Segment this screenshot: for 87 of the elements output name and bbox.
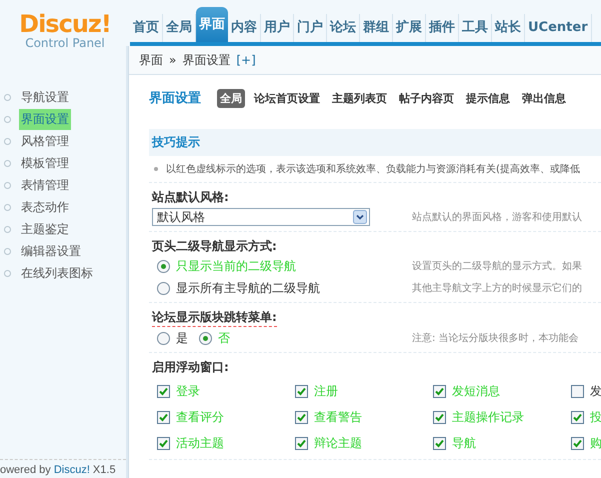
checkbox[interactable]: [157, 436, 170, 450]
option-label: 辩论主题: [314, 434, 362, 452]
radio-button[interactable]: [199, 332, 212, 344]
option-label: 导航: [452, 434, 476, 452]
page-title: 界面设置: [149, 90, 201, 107]
add-link[interactable]: [+]: [236, 53, 256, 67]
option-label: 活动主题: [176, 434, 224, 452]
option-label: 购: [590, 434, 601, 452]
nav-tab[interactable]: 群组: [360, 14, 393, 42]
bullet-icon: [4, 94, 11, 100]
bullet-icon: [4, 248, 11, 254]
option-label: 发短消息: [452, 382, 500, 400]
nav-tab[interactable]: 工具: [459, 14, 492, 42]
checkbox[interactable]: [295, 410, 308, 424]
option-label: 查看警告: [314, 408, 362, 426]
tab[interactable]: 论坛首页设置: [251, 88, 323, 108]
tips-title: 技巧提示: [152, 134, 200, 151]
help-text: 设置页头的二级导航的显示方式。如果: [411, 260, 582, 273]
bullet-icon: [4, 270, 11, 276]
option-label: 查看评分: [176, 408, 224, 426]
sidebar-item[interactable]: 模板管理: [19, 152, 71, 174]
option-label: 主题操作记录: [452, 408, 524, 426]
checkbox[interactable]: [571, 436, 584, 450]
footer-text: owered by Discuz! X1.5: [0, 459, 126, 478]
setting-label: 启用浮动窗口:: [152, 359, 229, 376]
tab[interactable]: 主题列表页: [329, 88, 390, 108]
sidebar-item[interactable]: 在线列表图标: [19, 262, 95, 284]
bullet-icon: [4, 116, 11, 122]
checkbox[interactable]: [433, 384, 446, 398]
nav-tab[interactable]: 用户: [261, 14, 294, 42]
option-label: 否: [218, 330, 230, 346]
sidebar-item[interactable]: 导航设置: [19, 86, 71, 108]
setting-label: 论坛显示版块跳转菜单:: [152, 308, 277, 327]
breadcrumb-link[interactable]: 界面: [139, 52, 163, 68]
nav-tab[interactable]: 站长: [492, 14, 525, 42]
sidebar-item[interactable]: 界面设置: [19, 108, 71, 130]
tab[interactable]: 提示信息: [463, 88, 513, 108]
sidebar-item[interactable]: 表情管理: [19, 174, 71, 196]
checkbox[interactable]: [157, 410, 170, 424]
sidebar-item[interactable]: 表态动作: [19, 196, 71, 218]
option-label: 显示所有主导航的二级导航: [176, 280, 320, 296]
nav-tab[interactable]: 界面: [196, 7, 228, 42]
nav-tab[interactable]: UCenter: [525, 14, 592, 42]
checkbox[interactable]: [571, 384, 584, 398]
checkbox[interactable]: [295, 436, 308, 450]
sidebar-item[interactable]: 风格管理: [19, 130, 71, 152]
breadcrumb-current: 界面设置: [182, 52, 230, 68]
sidebar-item[interactable]: 编辑器设置: [19, 240, 83, 262]
nav-tab[interactable]: 论坛: [327, 14, 360, 42]
checkbox[interactable]: [433, 410, 446, 424]
option-label: 注册: [314, 382, 338, 400]
tip-text: 以红色虚线标示的选项，表示该选项和系统效率、负载能力与资源消耗有关(提高效率、或降低: [166, 162, 580, 176]
option-label: 是: [176, 330, 188, 346]
nav-tab[interactable]: 内容: [228, 14, 261, 42]
nav-tab[interactable]: 门户: [294, 14, 327, 42]
tab[interactable]: 帖子内容页: [396, 88, 457, 108]
setting-label: 站点默认风格:: [152, 189, 229, 206]
bullet-icon: [4, 204, 11, 210]
radio-button[interactable]: [157, 332, 170, 344]
help-text: 其他主导航文字上方的时候显示它们的: [411, 282, 582, 295]
checkbox[interactable]: [157, 384, 170, 398]
checkbox[interactable]: [433, 436, 446, 450]
checkbox[interactable]: [295, 384, 308, 398]
logo-name: Discuz!: [19, 12, 111, 36]
breadcrumb-separator: »: [169, 53, 176, 67]
sidebar-item[interactable]: 主题鉴定: [19, 218, 71, 240]
tab[interactable]: 弹出信息: [519, 88, 569, 108]
radio-button[interactable]: [157, 260, 170, 272]
option-label: 登录: [176, 382, 200, 400]
nav-tab[interactable]: 扩展: [393, 14, 426, 42]
bullet-icon: [4, 226, 11, 232]
logo-subtitle: Control Panel: [25, 36, 105, 50]
radio-button[interactable]: [157, 282, 170, 294]
style-select[interactable]: 默认风格: [152, 208, 370, 226]
bullet-icon: [154, 167, 158, 171]
nav-tab[interactable]: 插件: [426, 14, 459, 42]
nav-tab[interactable]: 首页: [130, 14, 163, 42]
bullet-icon: [4, 182, 11, 188]
checkbox[interactable]: [571, 410, 584, 424]
setting-label: 页头二级导航显示方式:: [152, 238, 277, 255]
bullet-icon: [4, 138, 11, 144]
option-label: 只显示当前的二级导航: [176, 258, 296, 274]
dropdown-icon: [353, 210, 367, 224]
help-text: 站点默认的界面风格，游客和使用默认: [411, 210, 582, 224]
tab[interactable]: 全局: [217, 88, 245, 108]
bullet-icon: [4, 160, 11, 166]
help-text: 注意: 当论坛分版块很多时，本功能会: [411, 332, 579, 345]
